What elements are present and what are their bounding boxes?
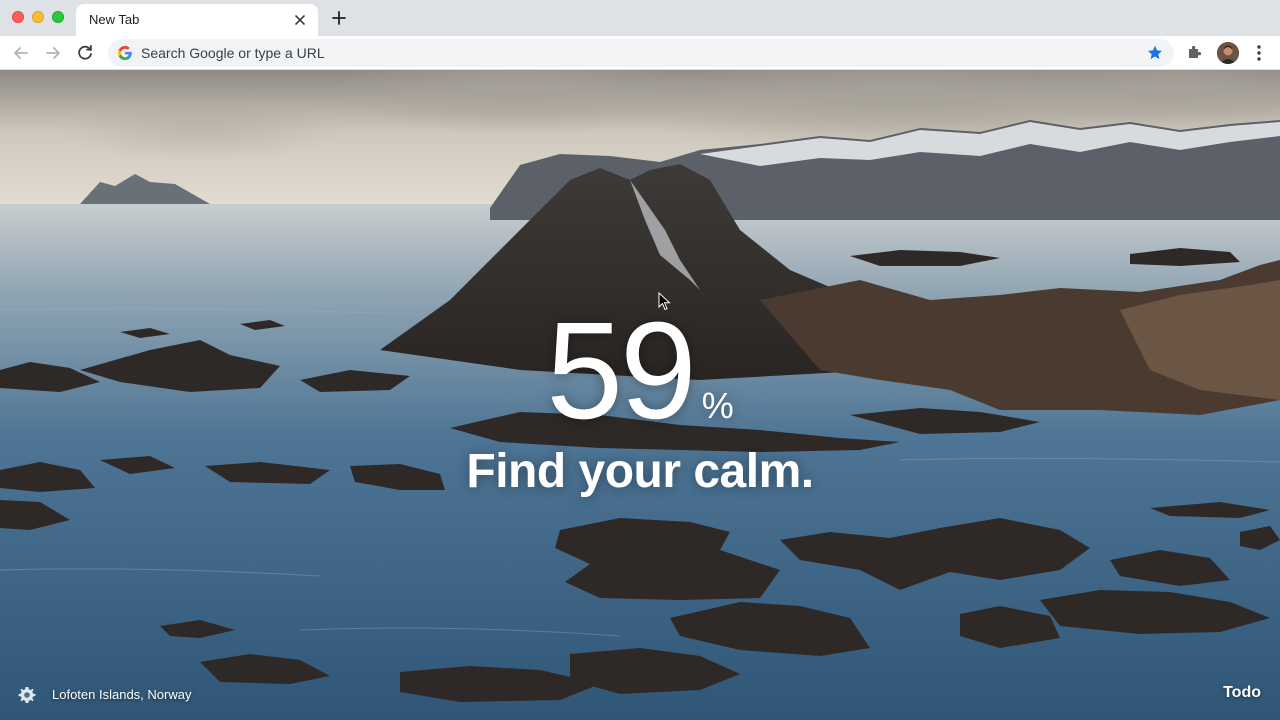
tab-strip: New Tab: [0, 0, 1280, 36]
window-minimize-button[interactable]: [32, 11, 44, 23]
window-zoom-button[interactable]: [52, 11, 64, 23]
profile-photo-icon: [1217, 42, 1239, 64]
count-value: 59: [546, 294, 696, 448]
tagline: Find your calm.: [466, 445, 814, 498]
photo-location[interactable]: Lofoten Islands, Norway: [52, 687, 191, 702]
new-tab-page: 59% Find your calm. Lofoten Islands, Nor…: [0, 70, 1280, 720]
star-icon[interactable]: [1146, 44, 1164, 62]
close-icon[interactable]: [292, 12, 308, 28]
new-tab-plus-icon[interactable]: [330, 9, 348, 27]
gear-icon[interactable]: [17, 685, 37, 705]
tab-title: New Tab: [89, 12, 140, 27]
search-input[interactable]: [141, 43, 1121, 63]
avatar[interactable]: [1217, 42, 1239, 64]
todo-button[interactable]: Todo: [1223, 684, 1261, 702]
percentage-counter: 59%: [0, 302, 1280, 440]
window-close-button[interactable]: [12, 11, 24, 23]
kebab-menu-icon[interactable]: [1252, 43, 1266, 63]
google-g-icon: [117, 46, 132, 60]
count-unit: %: [701, 385, 734, 426]
back-arrow-icon[interactable]: [10, 42, 32, 64]
reload-icon[interactable]: [74, 42, 96, 64]
mouse-cursor-icon: [658, 292, 671, 311]
omnibox[interactable]: [108, 39, 1174, 67]
puzzle-icon[interactable]: [1186, 43, 1204, 61]
browser-toolbar: [0, 36, 1280, 70]
forward-arrow-icon[interactable]: [42, 42, 64, 64]
tab-new-tab[interactable]: New Tab: [76, 4, 318, 36]
